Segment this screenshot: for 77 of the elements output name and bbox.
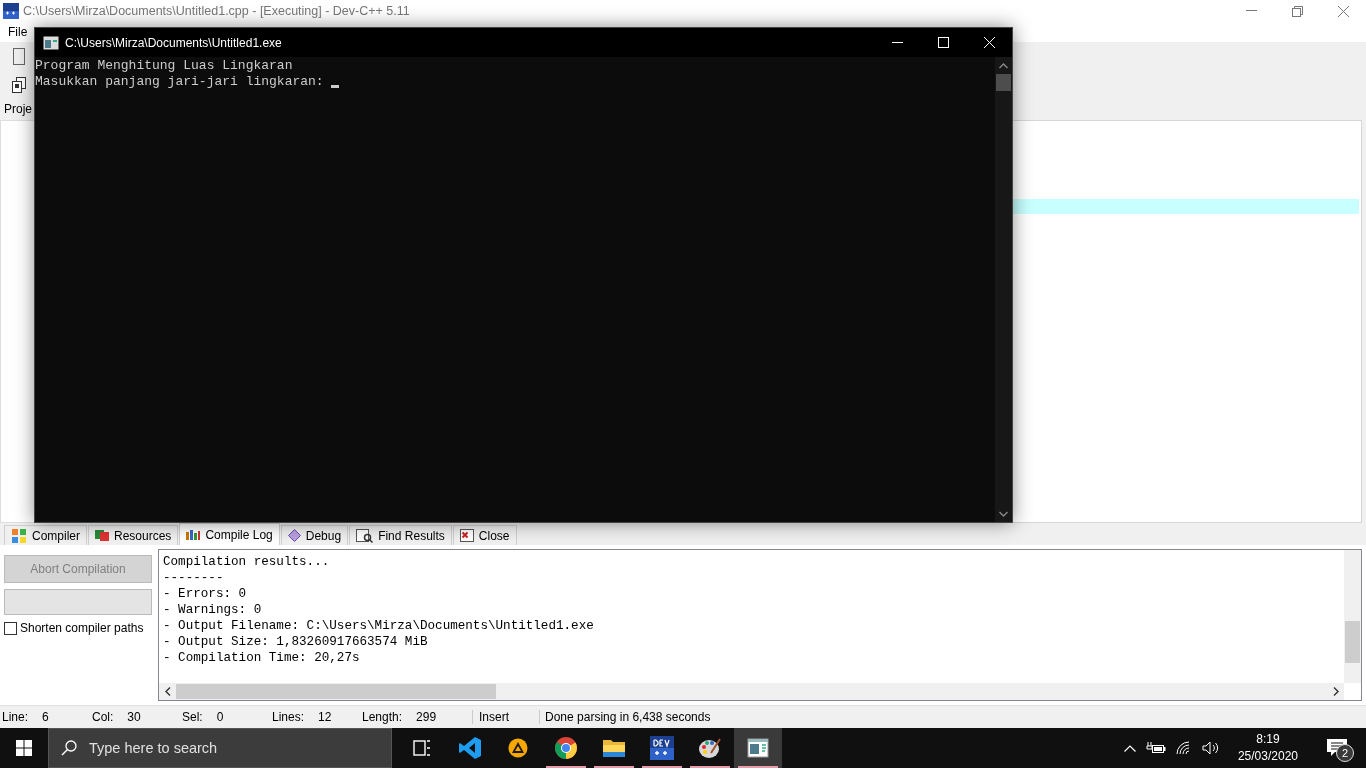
status-label: Lines: <box>272 710 305 725</box>
panel-tab[interactable]: Compile Log <box>179 523 280 546</box>
status-message: Done parsing in 6,438 seconds <box>544 710 711 725</box>
console-icon <box>43 35 59 50</box>
scrollbar-thumb[interactable] <box>996 74 1011 91</box>
speaker-icon[interactable] <box>1201 741 1220 755</box>
status-label: Sel: <box>182 710 203 725</box>
dev-ide-icon[interactable] <box>650 736 674 760</box>
browser-icon[interactable] <box>554 736 578 760</box>
console-window-icon[interactable] <box>747 738 769 758</box>
battery-icon[interactable] <box>1145 742 1166 754</box>
insert-mode: Insert <box>472 710 540 725</box>
vertical-scrollbar[interactable] <box>1344 550 1361 684</box>
log-line: - Output Size: 1,83260917663574 MiB <box>163 634 429 651</box>
search-field[interactable]: Type here to search <box>48 728 392 768</box>
folder-icon[interactable] <box>602 737 626 759</box>
close-icon <box>1337 5 1349 17</box>
close-panel-icon <box>459 529 474 543</box>
code-editor-icon[interactable] <box>458 736 482 760</box>
clock-date: 25/03/2020 <box>1237 748 1298 765</box>
checkbox-label: Shorten compiler paths <box>20 621 144 636</box>
panel-tab[interactable]: Close <box>452 525 517 546</box>
minimize-icon <box>891 41 903 44</box>
windows-icon <box>12 76 26 93</box>
maximize-icon <box>937 37 949 48</box>
console-title: C:\Users\Mirza\Documents\Untitled1.exe <box>65 35 283 50</box>
panel-tab[interactable]: Resources <box>88 525 179 546</box>
window-title: C:\Users\Mirza\Documents\Untitled1.cpp - [Executing] - Dev-C++ 5.11 <box>23 4 411 18</box>
diamond-icon <box>287 529 301 543</box>
menu-item[interactable]: File <box>4 25 32 39</box>
status-value: 30 <box>127 710 141 725</box>
log-line: -------- <box>163 570 225 587</box>
chevron-up-icon[interactable] <box>1123 744 1136 752</box>
log-line: Compilation results... <box>163 554 331 571</box>
scrollbar-thumb[interactable] <box>1345 621 1360 664</box>
search-icon <box>61 740 77 756</box>
taskbar-app-button[interactable] <box>734 728 782 768</box>
status-value: 12 <box>318 710 332 725</box>
console-scrollbar[interactable] <box>995 57 1012 522</box>
clock[interactable]: 8:19 25/03/2020 <box>1237 731 1298 765</box>
grid-icon <box>11 527 27 544</box>
windows-logo-icon <box>16 740 32 756</box>
notification-count: 2 <box>1336 744 1354 762</box>
checkbox[interactable] <box>4 621 17 635</box>
panel-tab[interactable]: Find Results <box>349 525 452 546</box>
panel-tab[interactable]: Debug <box>280 525 349 546</box>
task-view-icon[interactable] <box>413 740 431 756</box>
page-icon <box>13 48 25 66</box>
status-value: 299 <box>416 710 437 725</box>
minimize-icon <box>1245 10 1257 12</box>
close-icon <box>983 37 995 48</box>
restore-icon <box>1291 5 1303 17</box>
status-label: Length: <box>362 710 403 725</box>
resources-icon <box>95 530 109 542</box>
status-label: Line: <box>2 710 29 725</box>
log-line: - Compilation Time: 20,27s <box>163 650 361 667</box>
text-cursor <box>331 85 340 88</box>
horizontal-scrollbar[interactable] <box>159 683 1344 701</box>
status-value: 0 <box>216 710 224 725</box>
log-line: - Errors: 0 <box>163 586 248 603</box>
wifi-icon[interactable] <box>1175 741 1192 755</box>
bar-chart-icon <box>186 529 201 540</box>
log-line: - Warnings: 0 <box>163 602 263 619</box>
status-value: 6 <box>42 710 49 725</box>
log-line: - Output Filename: C:\Users\Mirza\Documents\Untitled1.exe <box>163 618 595 635</box>
notifications-button[interactable]: 2 <box>1324 734 1352 762</box>
status-label: Col: <box>92 710 114 725</box>
find-icon <box>356 528 374 543</box>
paint-palette-icon[interactable] <box>698 736 722 760</box>
app-icon <box>3 3 19 19</box>
panel-tab[interactable]: Compiler <box>4 525 87 546</box>
clock-time: 8:19 <box>1256 731 1280 748</box>
scrollbar-thumb[interactable] <box>176 684 496 700</box>
console-line: Masukkan panjang jari-jari lingkaran: <box>35 74 325 90</box>
triangle-app-icon[interactable] <box>508 738 528 758</box>
project-tab[interactable]: Proje <box>0 97 32 120</box>
console-line: Program Menghitung Luas Lingkaran <box>35 58 293 74</box>
